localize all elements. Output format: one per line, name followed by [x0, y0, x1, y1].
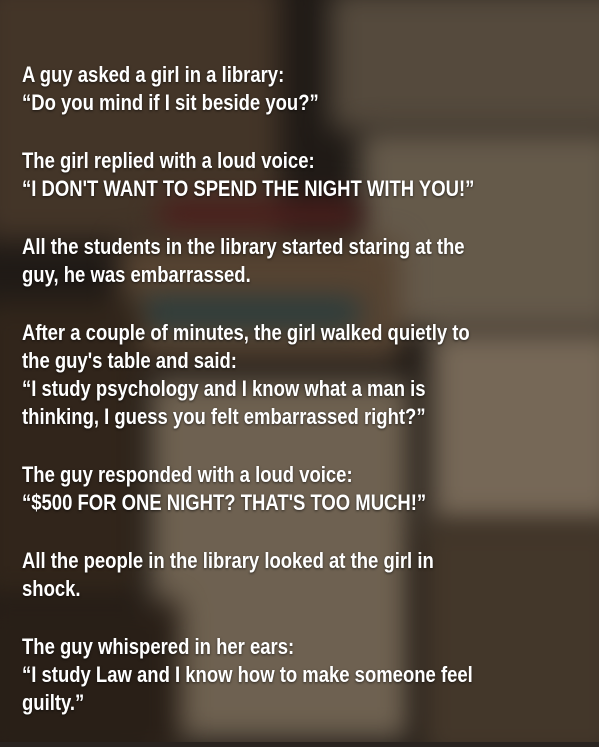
text-line: guilty.”: [22, 690, 85, 715]
text-line: “Do you mind if I sit beside you?”: [22, 90, 319, 115]
text-line: All the students in the library started …: [22, 234, 465, 259]
text-line: A guy asked a girl in a library:: [22, 62, 285, 87]
text-line: “I DON'T WANT TO SPEND THE NIGHT WITH YO…: [22, 176, 475, 201]
text-line: The girl replied with a loud voice:: [22, 148, 315, 173]
text-line: “I study Law and I know how to make some…: [22, 662, 473, 687]
text-line: thinking, I guess you felt embarrassed r…: [22, 404, 426, 429]
joke-text: A guy asked a girl in a library: “Do you…: [22, 61, 593, 747]
paragraph-5: The guy responded with a loud voice: “$5…: [22, 461, 593, 517]
paragraph-4: After a couple of minutes, the girl walk…: [22, 319, 593, 431]
text-line: guy, he was embarrassed.: [22, 262, 251, 287]
text-line: “I study psychology and I know what a ma…: [22, 376, 426, 401]
text-line: After a couple of minutes, the girl walk…: [22, 320, 470, 345]
paragraph-7: The guy whispered in her ears: “I study …: [22, 633, 593, 717]
text-line: shock.: [22, 576, 81, 601]
text-line: The guy responded with a loud voice:: [22, 462, 353, 487]
text-line: The guy whispered in her ears:: [22, 634, 295, 659]
paragraph-3: All the students in the library started …: [22, 233, 593, 289]
text-line: All the people in the library looked at …: [22, 548, 434, 573]
paragraph-2: The girl replied with a loud voice: “I D…: [22, 147, 593, 203]
paragraph-6: All the people in the library looked at …: [22, 547, 593, 603]
paragraph-1: A guy asked a girl in a library: “Do you…: [22, 61, 593, 117]
text-line: “$500 FOR ONE NIGHT? THAT'S TOO MUCH!”: [22, 490, 427, 515]
text-line: the guy's table and said:: [22, 348, 237, 373]
